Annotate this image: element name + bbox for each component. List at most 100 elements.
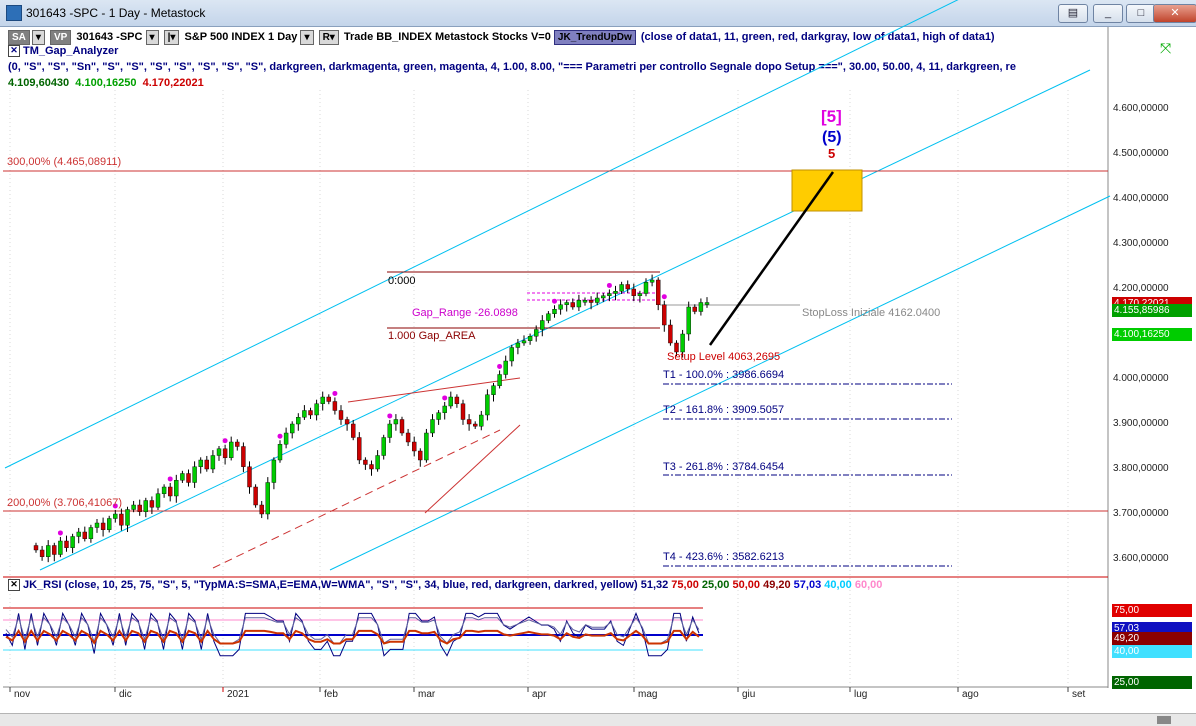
candle-body <box>442 405 447 413</box>
projection-line <box>708 171 835 346</box>
candle-body <box>534 329 539 337</box>
date-tick-label: mar <box>418 689 436 700</box>
candle-body <box>576 300 582 308</box>
candle-body <box>527 336 533 341</box>
candle-body <box>64 540 69 548</box>
date-tick-label: lug <box>854 689 868 700</box>
candle-body <box>39 549 45 557</box>
candle-body <box>546 313 551 321</box>
candle-body <box>668 324 673 344</box>
candle-body <box>186 473 191 483</box>
date-tick-label: 2021 <box>227 689 250 700</box>
candle-body <box>180 473 185 481</box>
date-tick-label: dic <box>119 689 132 700</box>
channel-upper-line <box>4 0 959 469</box>
candle-body <box>643 282 649 294</box>
candle-body <box>363 459 368 465</box>
candle-body <box>204 459 210 470</box>
date-tick-label: mag <box>638 689 658 700</box>
gap-marker-dot <box>387 413 393 419</box>
price-tick-label: 3.700,00000 <box>1113 508 1169 519</box>
candle-body <box>113 513 118 519</box>
candle-body <box>314 403 319 416</box>
candle-body <box>485 394 490 416</box>
candle-body <box>698 302 704 312</box>
candle-body <box>296 417 301 425</box>
candle-body <box>320 396 325 404</box>
candle-body <box>283 432 289 445</box>
date-tick-label: giu <box>742 689 756 700</box>
wave-label-paren: (5) <box>822 129 842 146</box>
level-300-label: 300,00% (4.465,08911) <box>7 156 122 168</box>
candle-body <box>277 444 283 461</box>
candle-body <box>595 297 600 303</box>
date-tick-label: apr <box>532 689 547 700</box>
candle-body <box>601 295 606 299</box>
candle-body <box>649 279 655 283</box>
candle-body <box>259 504 264 515</box>
price-badge-low-text: 4.100,16250 <box>1114 329 1170 340</box>
candle-body <box>33 545 39 551</box>
rsi-value: 60,00 <box>854 579 883 591</box>
price-tick-label: 3.600,00000 <box>1113 553 1169 564</box>
candle-body <box>88 527 94 539</box>
gap-marker-dot <box>661 294 667 300</box>
channel-middle-line <box>39 69 1091 571</box>
candle-body <box>381 437 386 456</box>
t2-label: T2 - 161.8% : 3909.5057 <box>663 404 785 416</box>
candle-body <box>58 540 63 555</box>
horizontal-scrollbar[interactable] <box>0 713 1196 726</box>
rsi-values: 51,32 75,00 25,00 50,00 49,20 57,03 40,0… <box>641 579 883 591</box>
candle-body <box>448 396 453 407</box>
candle-body <box>52 545 57 555</box>
scroll-handle[interactable] <box>1157 716 1171 724</box>
date-tick-label: set <box>1072 689 1086 700</box>
date-tick-label: feb <box>324 689 338 700</box>
price-tick-label: 4.500,00000 <box>1113 148 1169 159</box>
gap-range-label: Gap_Range -26.0898 <box>412 307 518 319</box>
date-gridlines <box>9 90 1069 687</box>
candle-body <box>625 284 630 290</box>
rsi-value: 75,00 <box>671 579 702 591</box>
candle-body <box>76 531 81 537</box>
rsi-close-checkbox[interactable]: ✕ <box>8 579 20 592</box>
candle-body <box>167 486 173 497</box>
date-tick-label: ago <box>962 689 979 700</box>
gap-marker-dot <box>332 390 338 396</box>
candle-body <box>302 410 307 418</box>
wedge-lower-line <box>424 424 521 514</box>
candle-body <box>290 423 295 434</box>
candle-body <box>241 446 246 467</box>
candle-body <box>308 410 313 416</box>
candle-body <box>479 414 484 427</box>
rsi-axis-badge: 49,20 <box>1112 632 1192 645</box>
chart-tool-icon[interactable]: ⤧ <box>1160 40 1184 56</box>
gap-marker-dot <box>552 298 557 304</box>
candle-body <box>351 423 356 438</box>
rsi-axis-badge: 75,00 <box>1112 604 1192 617</box>
candle-body <box>119 513 124 526</box>
candle-body <box>338 410 344 420</box>
price-badge-low: 4.100,16250 <box>1112 328 1192 341</box>
candle-body <box>704 302 710 305</box>
candle-body <box>503 360 508 375</box>
t3-label: T3 - 261.8% : 3784.6454 <box>663 461 785 473</box>
stoploss-label: StopLoss Iniziale 4162.0400 <box>802 307 941 319</box>
price-badge-trend-text: 4.155,85986 <box>1114 305 1170 316</box>
candle-body <box>210 455 216 470</box>
candle-body <box>106 518 112 530</box>
rsi-value: 49,20 <box>763 579 794 591</box>
candle-body <box>564 302 569 305</box>
rsi-axis-badge: 25,00 <box>1112 676 1192 689</box>
level-200-label: 200,00% (3.706,41067) <box>7 497 122 509</box>
candle-body <box>94 522 100 528</box>
price-chart[interactable] <box>0 0 1196 725</box>
setup-level-label: Setup Level 4063,2695 <box>667 351 781 363</box>
target-zone-box <box>791 169 863 212</box>
candle-body <box>82 531 88 539</box>
candle-body <box>235 441 240 447</box>
candle-body <box>332 401 338 411</box>
candle-body <box>436 412 441 420</box>
candle-body <box>228 441 234 458</box>
candle-body <box>680 333 685 353</box>
